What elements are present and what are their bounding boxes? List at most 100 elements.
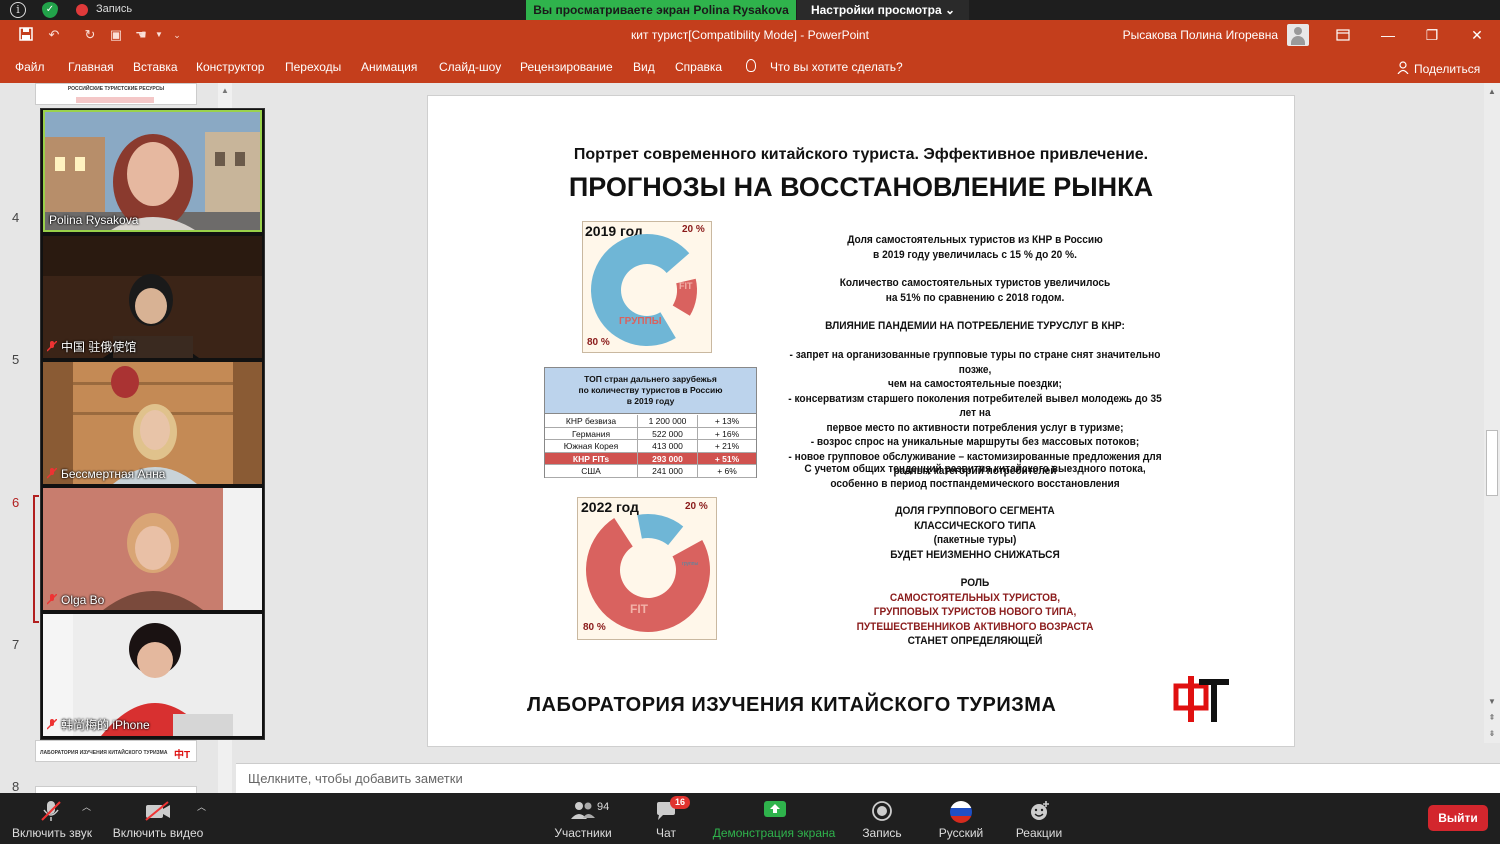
muted-microphone-icon bbox=[46, 718, 58, 730]
donut-slice-группы bbox=[591, 234, 690, 346]
undo-icon[interactable]: ↶ bbox=[46, 27, 62, 43]
scrollbar-thumb[interactable] bbox=[1486, 430, 1498, 496]
microphone-muted-icon[interactable] bbox=[40, 800, 62, 821]
menu-animation[interactable]: Анимация bbox=[361, 60, 417, 74]
thumbnail-logo: 中T bbox=[174, 750, 191, 761]
chart-2022: 2022 год 20 % 80 % FIT группы bbox=[577, 497, 717, 640]
slide-number-current: 6 bbox=[12, 495, 20, 510]
chat-button[interactable]: Чат bbox=[646, 826, 686, 840]
text-paragraph: Доля самостоятельных туристов из КНР в Р… bbox=[782, 233, 1168, 262]
menu-file[interactable]: Файл bbox=[15, 60, 45, 74]
slice-label-fit: FIT bbox=[679, 281, 693, 291]
video-tile[interactable]: Polina Rysakova bbox=[43, 110, 262, 232]
menu-review[interactable]: Рецензирование bbox=[520, 60, 613, 74]
text-line: (пакетные туры) bbox=[933, 534, 1017, 546]
slide-scrollbar[interactable] bbox=[1484, 83, 1500, 743]
reactions-button[interactable]: Реакции bbox=[1010, 826, 1068, 840]
chat-unread-badge: 16 bbox=[670, 796, 690, 809]
video-off-icon[interactable] bbox=[144, 800, 172, 821]
russian-flag-icon[interactable] bbox=[949, 800, 973, 823]
table-title-line: ТОП стран дальнего зарубежья bbox=[584, 374, 717, 384]
participants-count: 94 bbox=[597, 801, 610, 813]
menu-transitions[interactable]: Переходы bbox=[285, 60, 341, 74]
ribbon-display-icon[interactable] bbox=[1332, 24, 1354, 46]
close-icon[interactable]: ✕ bbox=[1466, 24, 1488, 46]
table-row: Южная Корея 413 000 + 21% bbox=[545, 440, 756, 453]
participant-name-label: 韩尚梅的 iPhone bbox=[61, 718, 150, 732]
view-settings-button[interactable]: Настройки просмотра ⌄ bbox=[797, 0, 969, 20]
top-countries-table: ТОП стран дальнего зарубежья по количест… bbox=[544, 367, 757, 478]
record-button[interactable]: Запись bbox=[852, 826, 912, 840]
text-line: Доля самостоятельных туристов из КНР в Р… bbox=[847, 234, 1103, 246]
reactions-icon[interactable] bbox=[1029, 800, 1051, 820]
bullet-line: - возрос спрос на уникальные маршруты бе… bbox=[810, 436, 1140, 448]
slice-label-groups: ГРУППЫ bbox=[619, 316, 662, 327]
tell-me-search[interactable]: Что вы хотите сделать? bbox=[770, 60, 903, 74]
restore-icon[interactable]: ❐ bbox=[1421, 24, 1443, 46]
share-screen-icon[interactable] bbox=[763, 800, 787, 820]
participant-name-label: Бессмертная Анна bbox=[61, 467, 166, 481]
text-heading: ВЛИЯНИЕ ПАНДЕМИИ НА ПОТРЕБЛЕНИЕ ТУРУСЛУГ… bbox=[825, 320, 1125, 332]
customize-toolbar-icon[interactable]: ⌄ bbox=[169, 27, 185, 43]
chevron-up-icon[interactable]: ︿ bbox=[197, 800, 209, 820]
menu-design[interactable]: Конструктор bbox=[196, 60, 264, 74]
participants-icon[interactable] bbox=[570, 800, 596, 820]
bullet-list: - запрет на организованные групповые тур… bbox=[782, 348, 1168, 479]
participant-name: 中国 驻俄使馆 bbox=[46, 338, 136, 355]
present-from-start-icon[interactable]: ▣ bbox=[108, 27, 124, 43]
scroll-up-icon[interactable]: ▲ bbox=[220, 86, 230, 96]
menu-home[interactable]: Главная bbox=[68, 60, 114, 74]
language-button[interactable]: Русский bbox=[930, 826, 992, 840]
notes-placeholder[interactable]: Щелкните, чтобы добавить заметки bbox=[248, 771, 463, 786]
table-row: КНР безвиза 1 200 000 + 13% bbox=[545, 415, 756, 428]
value-cell: 293 000 bbox=[638, 452, 698, 466]
value-cell: 522 000 bbox=[638, 427, 698, 441]
record-icon[interactable] bbox=[871, 800, 893, 821]
start-video-button[interactable]: Включить видео bbox=[108, 826, 208, 840]
text-line-red: САМОСТОЯТЕЛЬНЫХ ТУРИСТОВ, bbox=[889, 591, 1061, 604]
thumbnail-text: РОССИЙСКИЕ ТУРИСТСКИЕ РЕСУРСЫ bbox=[67, 86, 165, 92]
participant-name: Olga Bo bbox=[46, 593, 104, 607]
menu-insert[interactable]: Вставка bbox=[133, 60, 178, 74]
unmute-button[interactable]: Включить звук bbox=[6, 826, 98, 840]
share-button[interactable]: Поделиться bbox=[1414, 62, 1480, 76]
participant-name: Бессмертная Анна bbox=[46, 467, 166, 481]
text-line-red: ПУТЕШЕСТВЕННИКОВ АКТИВНОГО ВОЗРАСТА bbox=[856, 620, 1094, 633]
menu-help[interactable]: Справка bbox=[675, 60, 722, 74]
save-icon[interactable] bbox=[18, 27, 34, 43]
redo-icon[interactable]: ↻ bbox=[82, 27, 98, 43]
video-tile[interactable]: Бессмертная Анна bbox=[43, 362, 262, 484]
scroll-up-icon[interactable]: ▲ bbox=[1486, 86, 1498, 98]
change-cell: + 51% bbox=[714, 453, 740, 464]
scroll-down-icon[interactable]: ▼ bbox=[1486, 696, 1498, 708]
user-name[interactable]: Рысакова Полина Игоревна bbox=[1100, 28, 1278, 42]
participants-button[interactable]: Участники bbox=[548, 826, 618, 840]
muted-microphone-icon bbox=[46, 593, 58, 605]
slide-title: ПРОГНОЗЫ НА ВОССТАНОВЛЕНИЕ РЫНКА bbox=[568, 172, 1154, 202]
menu-slideshow[interactable]: Слайд-шоу bbox=[439, 60, 501, 74]
bullet-line: чем на самостоятельные поездки; bbox=[888, 378, 1062, 390]
next-slide-icon[interactable]: ⇟ bbox=[1486, 728, 1498, 740]
video-tile[interactable]: Olga Bo bbox=[43, 488, 262, 610]
chevron-down-icon[interactable]: ▼ bbox=[151, 27, 167, 43]
share-screen-button[interactable]: Демонстрация экрана bbox=[706, 826, 842, 840]
leave-meeting-button[interactable]: Выйти bbox=[1428, 805, 1488, 831]
slice-label-fit: FIT bbox=[630, 602, 648, 616]
touch-mode-icon[interactable]: ☚ bbox=[133, 27, 149, 43]
info-icon[interactable]: i bbox=[10, 2, 26, 18]
recording-icon bbox=[76, 4, 88, 16]
table-row: Германия 522 000 + 16% bbox=[545, 427, 756, 441]
lab-banner: ЛАБОРАТОРИЯ ИЗУЧЕНИЯ КИТАЙСКОГО ТУРИЗМА bbox=[527, 694, 1057, 716]
menu-view[interactable]: Вид bbox=[633, 60, 655, 74]
chevron-up-icon[interactable]: ︿ bbox=[82, 800, 94, 820]
lightbulb-icon bbox=[746, 59, 756, 72]
video-tile[interactable]: 中国 驻俄使馆 bbox=[43, 236, 262, 358]
chart-2019: 2019 год 20 % 80 % ГРУППЫ FIT bbox=[582, 221, 712, 353]
video-tile[interactable]: 韩尚梅的 iPhone bbox=[43, 614, 262, 736]
previous-slide-icon[interactable]: ⇞ bbox=[1486, 712, 1498, 724]
share-icon[interactable] bbox=[1397, 61, 1409, 75]
minimize-icon[interactable]: — bbox=[1377, 24, 1399, 46]
text-line: на 51% по сравнению с 2018 годом. bbox=[885, 291, 1065, 304]
text-line: С учетом общих тенденций развития китайс… bbox=[804, 463, 1146, 475]
avatar[interactable] bbox=[1287, 24, 1309, 46]
